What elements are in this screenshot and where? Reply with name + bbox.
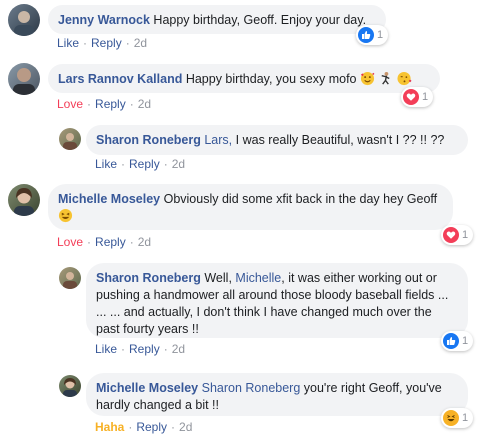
comment-text: you're right Geoff, you've bbox=[303, 381, 442, 395]
smiling-face-with-hearts-emoji bbox=[360, 71, 375, 86]
avatar[interactable] bbox=[8, 63, 40, 95]
like-button[interactable]: Like bbox=[95, 342, 117, 356]
timestamp[interactable]: 2d bbox=[134, 36, 147, 50]
reply-button[interactable]: Reply bbox=[95, 235, 126, 249]
comment-bubble: Jenny Warnock Happy birthday, Geoff. Enj… bbox=[48, 5, 386, 34]
comment-text: Obviously did some xfit back in the day … bbox=[163, 192, 438, 206]
reaction-count-number: 1 bbox=[377, 29, 384, 41]
timestamp[interactable]: 2d bbox=[172, 342, 185, 356]
heart-icon bbox=[443, 227, 459, 243]
love-button[interactable]: Love bbox=[57, 235, 83, 249]
dancing-man-emoji bbox=[382, 71, 391, 85]
comment-text: ... ... and actually, I don't think I ha… bbox=[96, 305, 432, 319]
comment-actions: Haha · Reply · 2d bbox=[95, 420, 193, 434]
like-icon bbox=[358, 27, 374, 43]
comment-actions: Like · Reply · 2d bbox=[95, 157, 186, 171]
comment-bubble: Sharon Roneberg Well, Michelle, it was e… bbox=[86, 263, 468, 338]
avatar[interactable] bbox=[8, 4, 40, 36]
commenter-name[interactable]: Michelle Moseley bbox=[58, 192, 160, 206]
comment-bubble: Michelle Moseley Sharon Roneberg you're … bbox=[86, 373, 468, 416]
comment-text: hardly changed a bit !! bbox=[96, 398, 219, 412]
reaction-count-number: 1 bbox=[422, 91, 429, 103]
comment-bubble: Michelle Moseley Obviously did some xfit… bbox=[48, 184, 453, 230]
commenter-name[interactable]: Sharon Roneberg bbox=[96, 133, 201, 147]
comment-actions: Love · Reply · 2d bbox=[57, 235, 152, 249]
comment-text: Well, bbox=[204, 271, 232, 285]
comment-text: I was really Beautiful, wasn't I ?? !! ?… bbox=[235, 133, 445, 147]
timestamp[interactable]: 2d bbox=[138, 97, 151, 111]
reaction-count[interactable]: 1 bbox=[441, 331, 474, 351]
comment-text: pushing a handmower all around those blo… bbox=[96, 288, 449, 302]
comment-actions: Love · Reply · 2d bbox=[57, 97, 152, 111]
timestamp[interactable]: 2d bbox=[179, 420, 192, 434]
comment-text: Happy birthday, you sexy mofo bbox=[185, 72, 357, 86]
reaction-count-number: 1 bbox=[462, 229, 469, 241]
avatar[interactable] bbox=[59, 267, 81, 289]
comment-bubble: Sharon Roneberg Lars, I was really Beaut… bbox=[86, 125, 468, 155]
reaction-count[interactable]: 1 bbox=[441, 408, 474, 428]
timestamp[interactable]: 2d bbox=[172, 157, 185, 171]
reaction-count[interactable]: 1 bbox=[441, 225, 474, 245]
reaction-count-number: 1 bbox=[462, 335, 469, 347]
comment-text: , it was either working out or bbox=[281, 271, 437, 285]
love-button[interactable]: Love bbox=[57, 97, 83, 111]
commenter-name[interactable]: Lars Rannov Kalland bbox=[58, 72, 182, 86]
reaction-count[interactable]: 1 bbox=[356, 25, 389, 45]
mention-link[interactable]: Michelle bbox=[235, 271, 281, 285]
commenter-name[interactable]: Michelle Moseley bbox=[96, 381, 198, 395]
avatar[interactable] bbox=[59, 128, 81, 150]
mention-link[interactable]: Lars, bbox=[204, 133, 232, 147]
comment-actions: Like · Reply · 2d bbox=[95, 342, 186, 356]
commenter-name[interactable]: Jenny Warnock bbox=[58, 13, 150, 27]
comment-actions: Like · Reply · 2d bbox=[57, 36, 148, 50]
face-blowing-kiss-emoji bbox=[397, 71, 412, 86]
like-button[interactable]: Like bbox=[57, 36, 79, 50]
like-button[interactable]: Like bbox=[95, 157, 117, 171]
heart-icon bbox=[403, 89, 419, 105]
reply-button[interactable]: Reply bbox=[129, 157, 160, 171]
like-icon bbox=[443, 333, 459, 349]
haha-icon bbox=[443, 410, 459, 426]
comment-bubble: Lars Rannov Kalland Happy birthday, you … bbox=[48, 64, 440, 93]
reaction-count[interactable]: 1 bbox=[401, 87, 434, 107]
reply-button[interactable]: Reply bbox=[95, 97, 126, 111]
timestamp[interactable]: 2d bbox=[138, 235, 151, 249]
reply-button[interactable]: Reply bbox=[91, 36, 122, 50]
haha-button[interactable]: Haha bbox=[95, 420, 124, 434]
reaction-count-number: 1 bbox=[462, 412, 469, 424]
grinning-squinting-emoji bbox=[58, 208, 73, 223]
commenter-name[interactable]: Sharon Roneberg bbox=[96, 271, 201, 285]
reply-button[interactable]: Reply bbox=[129, 342, 160, 356]
comment-text: Happy birthday, Geoff. Enjoy your day. bbox=[153, 13, 367, 27]
avatar[interactable] bbox=[59, 375, 81, 397]
reply-button[interactable]: Reply bbox=[136, 420, 167, 434]
mention-link[interactable]: Sharon Roneberg bbox=[202, 381, 301, 395]
comment-text: past fourty years !! bbox=[96, 322, 199, 336]
avatar[interactable] bbox=[8, 184, 40, 216]
